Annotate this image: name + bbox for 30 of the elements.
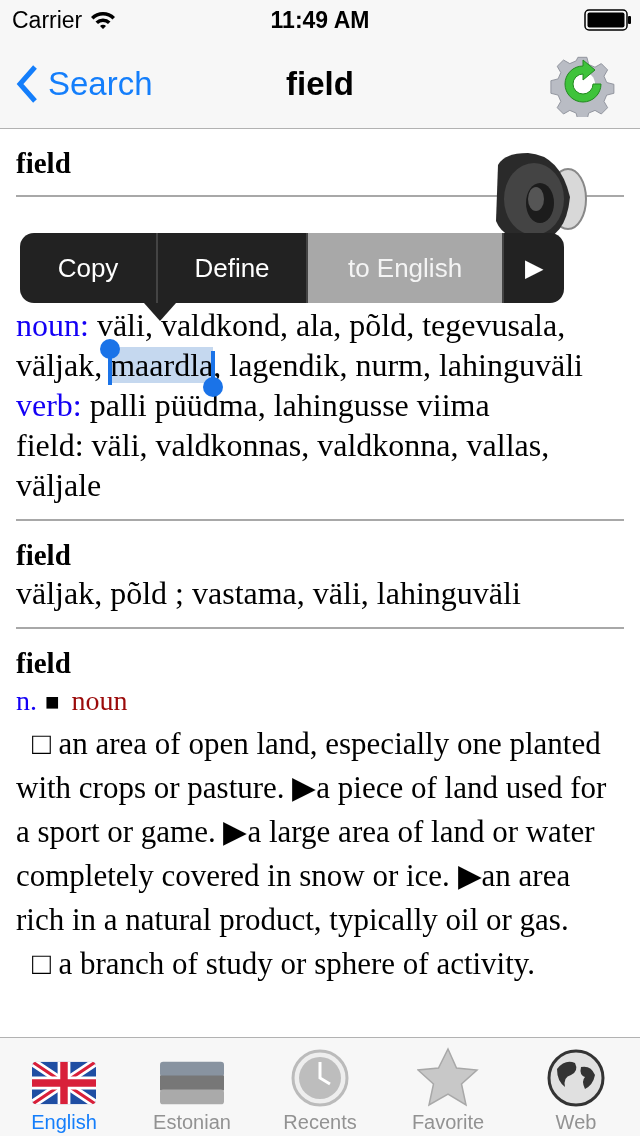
status-time: 11:49 AM — [270, 6, 370, 34]
globe-icon — [547, 1049, 605, 1107]
chevron-left-icon — [16, 64, 38, 104]
more-button[interactable]: ▶ — [504, 233, 564, 303]
back-button[interactable]: Search — [16, 64, 153, 104]
headword: field — [16, 146, 72, 181]
tab[interactable]: Favorite — [384, 1038, 512, 1136]
definition-text: □ an area of open land, especially one planted with crops or pasture. ▶a piece of land used for a sport or game. ▶a large area of land or water completely covered in snow or ice. ▶an area rich in a natural product, typically oil or gas. — [16, 725, 608, 939]
bullet-mark: ■ — [45, 688, 60, 717]
star-icon — [417, 1047, 479, 1107]
headword: field — [16, 646, 72, 681]
definition-text: □ a branch of study or sphere of activity. — [31, 945, 537, 983]
tab[interactable]: English — [0, 1038, 128, 1136]
translation-line: field: väli, valdkonnas, valdkonna, vallas, väljale — [16, 426, 551, 505]
menu-item[interactable]: to English — [308, 233, 504, 303]
tab[interactable]: Recents — [256, 1038, 384, 1136]
clock-icon — [291, 1049, 349, 1107]
nav-title: field — [286, 65, 354, 103]
flag-icon — [160, 1059, 224, 1107]
translation-line: verb: palli püüdma, lahingusse viima — [16, 386, 491, 425]
translation-line: väljak, põld ; vastama, väli, lahinguväli — [16, 574, 522, 613]
carrier-name: Carrier — [12, 6, 83, 34]
tab[interactable]: Web — [512, 1038, 640, 1136]
wifi-icon — [90, 10, 117, 30]
part-of-speech-abbr: n. — [16, 684, 37, 718]
part-of-speech: noun — [71, 684, 128, 718]
flag-icon — [32, 1059, 96, 1107]
battery-icon — [584, 9, 632, 31]
headword: field — [16, 538, 72, 573]
tab[interactable]: Estonian — [128, 1038, 256, 1136]
